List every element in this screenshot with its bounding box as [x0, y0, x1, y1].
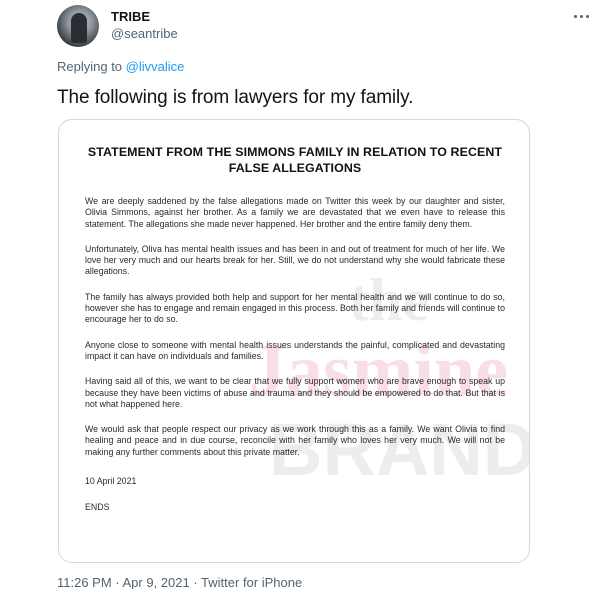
replying-to: Replying to @livvalice [57, 59, 184, 74]
attached-image[interactable]: the Jasmine BRAND STATEMENT FROM THE SIM… [58, 119, 530, 563]
reply-mention-link[interactable]: @livvalice [126, 59, 185, 74]
statement-paragraph: Having said all of this, we want to be c… [85, 376, 505, 409]
tweet-timestamp[interactable]: 11:26 PM · Apr 9, 2021 · Twitter for iPh… [57, 575, 302, 589]
avatar[interactable] [57, 5, 99, 47]
more-dot [579, 14, 583, 18]
statement-paragraph: Anyone close to someone with mental heal… [85, 339, 505, 361]
statement-paragraph: The family has always provided both help… [85, 291, 505, 325]
handle[interactable]: @seantribe [111, 26, 178, 41]
more-horizontal-icon[interactable] [570, 9, 592, 23]
replying-prefix: Replying to [57, 59, 126, 74]
statement-paragraph: We are deeply saddened by the false alle… [85, 196, 505, 229]
avatar-figure [71, 13, 87, 43]
statement-paragraph: We would ask that people respect our pri… [85, 424, 505, 457]
statement-document: STATEMENT FROM THE SIMMONS FAMILY IN REL… [85, 144, 505, 512]
more-dot [585, 14, 589, 18]
statement-paragraph: Unfortunately, Oliva has mental health i… [85, 243, 505, 277]
more-dot [573, 14, 577, 18]
tweet-text: The following is from lawyers for my fam… [57, 87, 414, 108]
statement-ends: ENDS [85, 502, 110, 513]
statement-date: 10 April 2021 [85, 476, 137, 487]
tweet-header: TRIBE @seantribe [57, 4, 589, 47]
statement-title: STATEMENT FROM THE SIMMONS FAMILY IN REL… [87, 145, 503, 175]
display-name[interactable]: TRIBE [111, 9, 150, 24]
